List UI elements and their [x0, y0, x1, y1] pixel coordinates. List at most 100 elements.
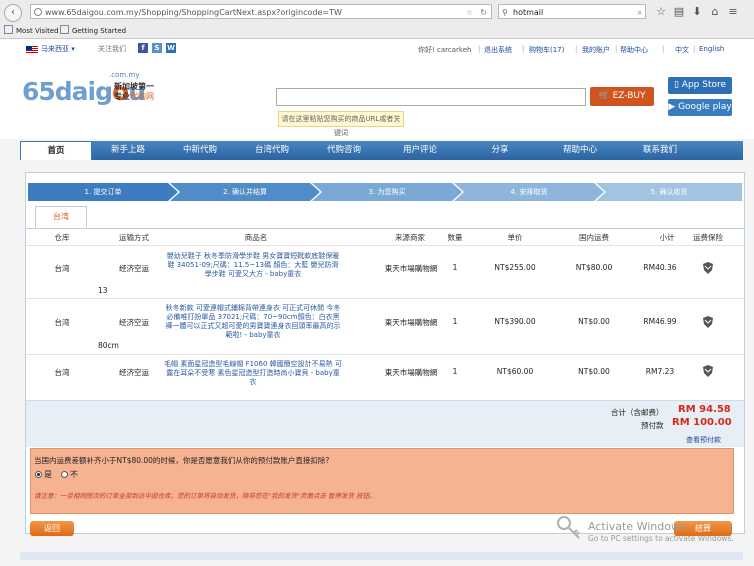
cell-subtotal: RM46.99 [643, 317, 677, 326]
warehouse-tabs: 台湾 [26, 206, 744, 229]
cell-qty: 1 [452, 367, 458, 376]
nav-contact[interactable]: 联系我们 [620, 141, 700, 160]
col-qty: 数量 [447, 233, 463, 242]
nav-consult[interactable]: 代购咨询 [308, 141, 380, 160]
web-page: 马来西亚 ▾ 关注我们 f S W 你好! carcarkeh | 退出系统 |… [0, 39, 754, 566]
product-url-input[interactable] [276, 88, 586, 106]
row-extra-note: 80cm [98, 341, 119, 350]
address-bar[interactable]: www.65daigou.com.my/Shopping/ShoppingCar… [30, 4, 492, 19]
product-link[interactable]: 嬰幼兒鞋子 秋冬季防滑學步鞋 男女寶寶短靴軟底鞋保暖鞋 34051-09;尺碼：… [164, 252, 342, 279]
col-domestic: 国内运费 [579, 233, 609, 242]
product-link[interactable]: 毛帽 素面星冠造型毛線帽 F1060 韓國簡空設計不易熱 可露在耳朵不受寒 素色… [164, 360, 342, 387]
facebook-icon[interactable]: f [138, 43, 148, 53]
cell-shipping: 经济空运 [119, 368, 149, 377]
separator: | [478, 45, 481, 53]
my-account-link[interactable]: 我的账户 [582, 45, 610, 55]
bookmark-getting-started[interactable]: Getting Started [60, 25, 126, 38]
insurance-shield-icon[interactable] [702, 316, 714, 328]
col-merchant: 来源商家 [395, 233, 425, 242]
bookmark-icon [60, 25, 69, 34]
cell-price: NT$390.00 [494, 317, 536, 326]
google-play-button[interactable]: ▶ Google play [668, 99, 732, 116]
cell-merchant: 東天市場購物網 [384, 368, 438, 377]
globe-icon [34, 8, 42, 16]
help-center-link[interactable]: 帮助中心 [620, 45, 648, 55]
lang-en-link[interactable]: English [699, 45, 724, 53]
nav-cn-sg[interactable]: 中新代购 [164, 141, 236, 160]
share-icon[interactable]: S [152, 43, 162, 53]
cell-domestic: NT$0.00 [578, 317, 610, 326]
browser-search-text: hotmail [513, 8, 544, 17]
insurance-shield-icon[interactable] [702, 365, 714, 377]
weibo-icon[interactable]: W [166, 43, 176, 53]
col-product: 商品名 [244, 233, 268, 242]
site-header: 65daigou .com.my 新加坡第一 专业代购网 🛒 EZ-BUY 请在… [0, 61, 754, 139]
cell-subtotal: RM7.23 [645, 367, 675, 376]
tab-taiwan[interactable]: 台湾 [35, 206, 87, 228]
key-icon [557, 516, 580, 539]
cell-qty: 1 [452, 317, 458, 326]
malaysia-flag-icon [26, 46, 38, 54]
nav-reviews[interactable]: 用户评论 [380, 141, 460, 160]
total-label: 合计（含邮费） [611, 408, 664, 417]
greeting-text: 你好! carcarkeh [418, 46, 472, 54]
search-go-icon[interactable]: ⌕ [638, 5, 642, 20]
product-link[interactable]: 秋冬新款 可愛連帽式鋪棉背帶連身衣 可正式可休閒 今冬必備唯打扮單品 37021… [164, 304, 342, 340]
bookmark-star-icon[interactable]: ☆ [466, 5, 473, 20]
lang-zh-link[interactable]: 中文 [675, 45, 689, 55]
star-icon[interactable]: ☆ [654, 5, 668, 18]
warning-text: 请注意：一旦相同图次的订单全部到达中国仓库，您的订单将自动发货，除非您在"我的发… [34, 492, 376, 500]
separator: | [575, 45, 578, 53]
reading-list-icon[interactable]: ▤ [672, 5, 686, 18]
cell-merchant: 東天市場購物網 [384, 264, 438, 273]
browser-toolbar: ‹ www.65daigou.com.my/Shopping/ShoppingC… [0, 0, 754, 24]
browser-search-input[interactable]: ⚲ hotmail ⌕ [498, 4, 646, 19]
cart-icon: 🛒 [598, 91, 610, 101]
radio-yes[interactable]: 是 [35, 469, 52, 480]
cell-price: NT$60.00 [496, 367, 534, 376]
app-store-button[interactable]: ▯ App Store [668, 77, 732, 94]
col-insurance: 运费保险 [693, 233, 723, 242]
home-icon[interactable]: ⌂ [708, 5, 722, 18]
cell-subtotal: RM40.36 [643, 263, 677, 272]
col-subtotal: 小计 [659, 233, 675, 242]
download-icon[interactable]: ⬇ [690, 5, 704, 18]
nav-taiwan[interactable]: 台湾代购 [236, 141, 308, 160]
cell-price: NT$255.00 [494, 263, 536, 272]
back-arrow-icon[interactable]: ‹ [4, 4, 22, 22]
region-selector[interactable]: 马来西亚 ▾ [41, 44, 75, 54]
cell-shipping: 经济空运 [119, 318, 149, 327]
logout-link[interactable]: 退出系统 [484, 45, 512, 55]
footer-strip [20, 552, 743, 560]
cell-warehouse: 台湾 [54, 264, 70, 273]
reload-icon[interactable]: ↻ [480, 5, 487, 20]
view-prepay-link[interactable]: 查看预付款 [686, 435, 721, 445]
deduct-notice: 当国内运费差额补齐小于NT$80.00的时候，你是否愿意我们从你的预付款账户直接… [30, 448, 734, 514]
back-button[interactable]: 返回 [30, 521, 74, 536]
radio-yes-dot [35, 471, 42, 478]
site-topbar: 马来西亚 ▾ 关注我们 f S W 你好! carcarkeh | 退出系统 |… [0, 39, 754, 62]
ezbuy-button[interactable]: 🛒 EZ-BUY [590, 87, 654, 106]
nav-beginner[interactable]: 新手上路 [92, 141, 164, 160]
address-text: www.65daigou.com.my/Shopping/ShoppingCar… [45, 8, 342, 17]
activate-windows-watermark: Activate Windows Go to PC settings to ac… [588, 520, 734, 543]
nav-share[interactable]: 分享 [460, 141, 540, 160]
row-extra-note: 13 [98, 286, 108, 295]
table-row: 台湾 经济空运 嬰幼兒鞋子 秋冬季防滑學步鞋 男女寶寶短靴軟底鞋保暖鞋 3405… [26, 245, 744, 298]
nav-home[interactable]: 首页 [20, 141, 92, 160]
radio-no[interactable]: 不 [61, 469, 78, 480]
bookmarks-bar: Most Visited Getting Started [0, 25, 754, 38]
watermark-subtitle: Go to PC settings to activate Windows. [588, 534, 734, 543]
search-tip: 请在这里粘贴您购买的商品URL或者关键词 [278, 111, 404, 137]
cell-warehouse: 台湾 [54, 368, 70, 377]
cart-link[interactable]: 购物车(17) [529, 45, 564, 55]
bookmark-most-visited[interactable]: Most Visited [4, 25, 59, 38]
insurance-shield-icon[interactable] [702, 262, 714, 274]
phone-icon: ▯ [673, 80, 679, 90]
cell-shipping: 经济空运 [119, 264, 149, 273]
nav-help[interactable]: 帮助中心 [540, 141, 620, 160]
cell-domestic: NT$80.00 [575, 263, 613, 272]
col-price: 单价 [507, 233, 523, 242]
menu-icon[interactable]: ≡ [726, 5, 740, 18]
site-logo[interactable]: 65daigou .com.my 新加坡第一 专业代购网 [22, 71, 154, 106]
